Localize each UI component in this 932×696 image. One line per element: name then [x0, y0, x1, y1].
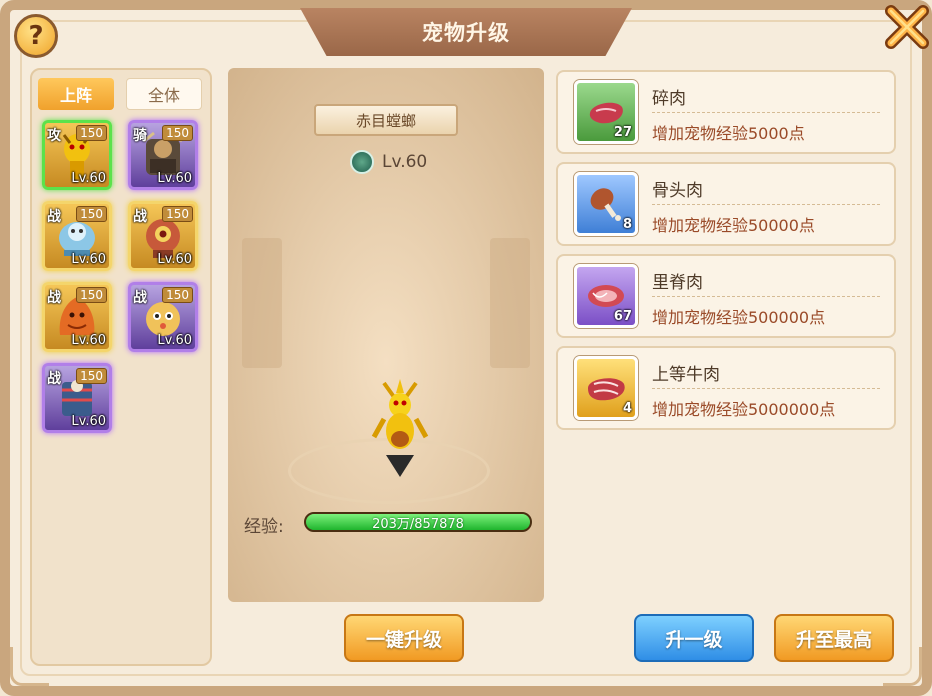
item-description: 增加宠物经验50000点: [652, 216, 815, 235]
tab-deployed-label: 上阵: [59, 86, 92, 105]
selected-pet-level: Lv.60: [382, 152, 428, 172]
one-key-upgrade-button[interactable]: 一键升级: [344, 614, 464, 662]
pet-type-badge-icon: [350, 150, 374, 174]
exp-item-row[interactable]: 8 骨头肉 增加宠物经验50000点: [556, 162, 896, 246]
tab-all-label: 全体: [147, 86, 180, 105]
item-divider: [652, 296, 880, 297]
exp-progress-bar: 203万/857878: [304, 512, 532, 532]
item-count: 67: [613, 309, 632, 324]
raw-meat-icon: 27: [574, 80, 638, 144]
item-description: 增加宠物经验500000点: [652, 308, 826, 327]
pet-card[interactable]: 骑 150 Lv.60: [128, 120, 198, 190]
pet-card[interactable]: 攻 150 Lv.60: [42, 120, 112, 190]
pet-level: Lv.60: [71, 252, 106, 267]
help-button[interactable]: ?: [14, 14, 58, 58]
level-up-one-label: 升一级: [665, 628, 723, 651]
tenderloin-icon: 67: [574, 264, 638, 328]
pet-star-badge: 150: [162, 125, 193, 141]
pet-role: 战: [47, 209, 61, 225]
pet-role: 攻: [47, 128, 61, 144]
item-name: 骨头肉: [652, 181, 703, 201]
item-description: 增加宠物经验5000点: [652, 124, 805, 143]
pet-card[interactable]: 战 150 Lv.60: [128, 201, 198, 271]
one-key-upgrade-label: 一键升级: [365, 628, 442, 651]
pet-level: Lv.60: [71, 333, 106, 348]
tab-deployed[interactable]: 上阵: [38, 78, 114, 110]
pet-name: 赤目螳螂: [355, 111, 416, 130]
pet-star-badge: 150: [162, 206, 193, 222]
pet-level: Lv.60: [157, 252, 192, 267]
item-count: 27: [613, 125, 632, 140]
background-pillar: [242, 238, 282, 368]
pet-level: Lv.60: [157, 171, 192, 186]
pet-role: 战: [133, 290, 147, 306]
exp-label: 经验:: [244, 517, 284, 537]
pet-card[interactable]: 战 150 Lv.60: [42, 282, 112, 352]
item-description: 增加宠物经验5000000点: [652, 400, 836, 419]
pet-card[interactable]: 战 150 Lv.60: [42, 363, 112, 433]
item-count: 8: [622, 217, 632, 232]
close-x-icon: [885, 5, 929, 49]
level-up-max-button[interactable]: 升至最高: [774, 614, 894, 662]
level-up-max-label: 升至最高: [795, 628, 872, 651]
item-divider: [652, 388, 880, 389]
window-title: 宠物升级: [422, 21, 510, 45]
close-button[interactable]: [884, 4, 930, 50]
drumstick-icon: 8: [574, 172, 638, 236]
pet-figure: [371, 379, 429, 477]
pet-role: 战: [47, 371, 61, 387]
tab-all[interactable]: 全体: [126, 78, 202, 110]
pet-card[interactable]: 战 150 Lv.60: [42, 201, 112, 271]
pet-name-plate: 赤目螳螂: [314, 104, 458, 136]
pet-card[interactable]: 战 150 Lv.60: [128, 282, 198, 352]
exp-item-row[interactable]: 27 碎肉 增加宠物经验5000点: [556, 70, 896, 154]
pet-star-badge: 150: [162, 287, 193, 303]
item-name: 上等牛肉: [652, 365, 720, 385]
exp-item-row[interactable]: 67 里脊肉 增加宠物经验500000点: [556, 254, 896, 338]
item-count: 4: [622, 401, 632, 416]
pet-level: Lv.60: [71, 171, 106, 186]
item-name: 碎肉: [652, 89, 686, 109]
steak-icon: 4: [574, 356, 638, 420]
pet-star-badge: 150: [76, 125, 107, 141]
title-banner: 宠物升级: [300, 8, 632, 56]
question-icon: ?: [28, 21, 44, 51]
pet-level: Lv.60: [157, 333, 192, 348]
pet-star-badge: 150: [76, 206, 107, 222]
pet-role: 战: [47, 290, 61, 306]
item-name: 里脊肉: [652, 273, 703, 293]
pet-level: Lv.60: [71, 414, 106, 429]
exp-value: 203万/857878: [372, 516, 464, 532]
pet-level-row: Lv.60: [350, 150, 427, 174]
pet-list-panel: 上阵 全体 攻 150 Lv.60 骑 150 Lv.60 战 150 Lv.6…: [30, 68, 212, 666]
pet-role: 战: [133, 209, 147, 225]
pet-star-badge: 150: [76, 368, 107, 384]
item-divider: [652, 112, 880, 113]
pet-star-badge: 150: [76, 287, 107, 303]
item-divider: [652, 204, 880, 205]
pet-role: 骑: [133, 128, 147, 144]
background-pillar: [490, 238, 530, 368]
exp-item-row[interactable]: 4 上等牛肉 增加宠物经验5000000点: [556, 346, 896, 430]
level-up-one-button[interactable]: 升一级: [634, 614, 754, 662]
